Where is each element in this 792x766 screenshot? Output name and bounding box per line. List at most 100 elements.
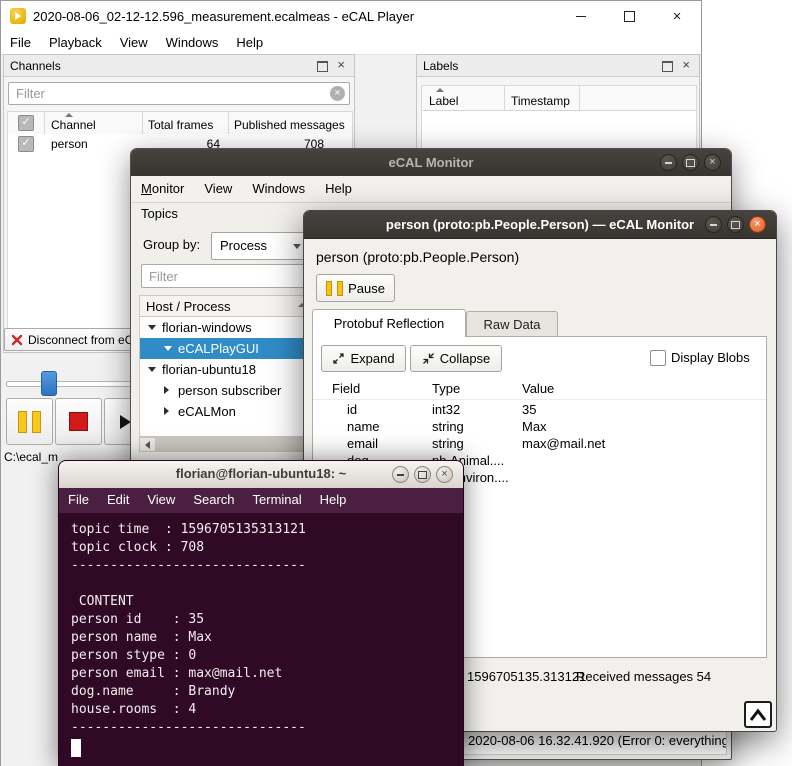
- terminal-line: person email : max@mail.net: [71, 666, 283, 681]
- status-topic-time: 1596705135.313121: [467, 669, 587, 684]
- monitor-titlebar[interactable]: eCAL Monitor ×: [131, 149, 731, 177]
- menu-playback[interactable]: Playback: [40, 31, 111, 54]
- column-label: Label: [429, 94, 459, 108]
- menu-view[interactable]: View: [138, 488, 184, 513]
- playback-slider-handle[interactable]: [41, 371, 57, 396]
- person-titlebar[interactable]: person (proto:pb.People.Person) — eCAL M…: [304, 211, 776, 239]
- channel-checkbox[interactable]: ✓: [18, 136, 34, 152]
- stop-button[interactable]: [55, 398, 102, 445]
- channels-filter-input[interactable]: [8, 82, 350, 105]
- menu-view[interactable]: View: [194, 176, 242, 202]
- close-button[interactable]: ×: [653, 1, 701, 31]
- collapse-label: Collapse: [439, 351, 491, 366]
- pause-button[interactable]: [6, 398, 53, 445]
- column-header-published-messages[interactable]: Published messages: [228, 112, 352, 134]
- minimize-icon: [665, 161, 672, 164]
- expanded-arrow-icon[interactable]: [148, 325, 156, 330]
- menu-help[interactable]: Help: [227, 31, 272, 54]
- playback-slider-track[interactable]: [6, 381, 132, 387]
- close-button[interactable]: ×: [749, 216, 766, 233]
- expand-icon: [333, 353, 345, 364]
- pause-label: Pause: [348, 280, 385, 296]
- close-button[interactable]: ×: [704, 154, 721, 171]
- red-x-icon: [11, 334, 23, 345]
- menu-help[interactable]: Help: [315, 176, 362, 202]
- terminal-output[interactable]: topic time : 1596705135313121 topic cloc…: [59, 513, 463, 766]
- menu-windows[interactable]: Windows: [242, 176, 315, 202]
- minimize-button[interactable]: [557, 1, 605, 31]
- select-all-checkbox[interactable]: ✓: [18, 115, 34, 131]
- menu-edit[interactable]: Edit: [98, 488, 138, 513]
- minimize-button[interactable]: [392, 466, 409, 483]
- collapsed-arrow-icon[interactable]: [164, 407, 169, 415]
- monitor-menubar: Monitor View Windows Help: [131, 176, 731, 203]
- pause-button[interactable]: Pause: [316, 274, 395, 302]
- tab-raw-data[interactable]: Raw Data: [466, 311, 558, 337]
- column-header-channel[interactable]: Channel: [44, 112, 143, 134]
- column-header-type[interactable]: Type: [432, 381, 460, 396]
- maximize-button[interactable]: [727, 216, 744, 233]
- scroll-left-button[interactable]: [140, 438, 156, 451]
- menu-view[interactable]: View: [111, 31, 157, 54]
- column-header-total-frames[interactable]: Total frames: [142, 112, 229, 134]
- player-titlebar[interactable]: 2020-08-06_02-12-12.596_measurement.ecal…: [1, 1, 701, 31]
- display-blobs-checkbox[interactable]: [650, 350, 666, 366]
- minimize-button[interactable]: [660, 154, 677, 171]
- menu-search[interactable]: Search: [184, 488, 243, 513]
- table-row[interactable]: id int32 35: [313, 401, 766, 418]
- labels-panel-header[interactable]: Labels ×: [417, 55, 699, 77]
- terminal-line: dog.name : Brandy: [71, 684, 236, 699]
- collapsed-arrow-icon[interactable]: [164, 386, 169, 394]
- terminal-titlebar[interactable]: florian@florian-ubuntu18: ~ ×: [59, 461, 463, 489]
- expanded-arrow-icon[interactable]: [164, 346, 172, 351]
- menu-file[interactable]: File: [59, 488, 98, 513]
- column-label: Channel: [51, 118, 96, 132]
- collapse-icon: [422, 353, 434, 364]
- menu-windows[interactable]: Windows: [157, 31, 228, 54]
- table-row[interactable]: name string Max: [313, 418, 766, 435]
- close-icon: ×: [672, 7, 682, 25]
- column-header-label[interactable]: Label: [422, 86, 505, 110]
- group-by-dropdown[interactable]: Process: [211, 232, 309, 260]
- scrollbar-handle[interactable]: [155, 438, 326, 451]
- maximize-button[interactable]: [414, 466, 431, 483]
- minimize-button[interactable]: [705, 216, 722, 233]
- clear-filter-icon[interactable]: ×: [330, 86, 345, 101]
- sort-ascending-icon: [436, 88, 444, 92]
- menu-file[interactable]: File: [1, 31, 40, 54]
- select-all-column[interactable]: ✓: [8, 112, 45, 134]
- cell-value: max@mail.net: [522, 436, 606, 451]
- float-panel-icon[interactable]: [317, 61, 328, 72]
- maximize-icon: [686, 158, 695, 167]
- terminal-menubar: File Edit View Search Terminal Help: [59, 488, 463, 513]
- pause-icon: [326, 280, 333, 296]
- table-row[interactable]: email string max@mail.net: [313, 435, 766, 452]
- expanded-arrow-icon[interactable]: [148, 367, 156, 372]
- column-header-value[interactable]: Value: [522, 381, 554, 396]
- maximize-button[interactable]: [605, 1, 653, 31]
- expand-button[interactable]: Expand: [321, 345, 406, 372]
- expand-extended-info-button[interactable]: [744, 701, 772, 728]
- terminal-line: person id : 35: [71, 612, 205, 627]
- menu-terminal[interactable]: Terminal: [244, 488, 311, 513]
- close-panel-icon[interactable]: ×: [682, 57, 690, 73]
- group-by-value: Process: [220, 238, 267, 253]
- menu-help[interactable]: Help: [311, 488, 356, 513]
- collapse-button[interactable]: Collapse: [410, 345, 502, 372]
- column-label: Total frames: [148, 118, 214, 132]
- channels-panel-header[interactable]: Channels ×: [4, 55, 354, 77]
- menu-monitor[interactable]: Monitor: [131, 176, 194, 202]
- column-header-timestamp[interactable]: Timestamp: [504, 86, 580, 110]
- tree-item-label: person subscriber: [178, 383, 282, 398]
- topics-filter-input[interactable]: [141, 264, 308, 288]
- tab-protobuf-reflection[interactable]: Protobuf Reflection: [312, 309, 466, 337]
- close-panel-icon[interactable]: ×: [337, 57, 345, 73]
- maximize-button[interactable]: [682, 154, 699, 171]
- topics-filter: [141, 264, 308, 288]
- float-panel-icon[interactable]: [662, 61, 673, 72]
- column-header-field[interactable]: Field: [332, 381, 360, 396]
- column-label: Timestamp: [511, 94, 570, 108]
- close-button[interactable]: ×: [436, 466, 453, 483]
- disconnect-label: Disconnect from eCA: [28, 332, 142, 347]
